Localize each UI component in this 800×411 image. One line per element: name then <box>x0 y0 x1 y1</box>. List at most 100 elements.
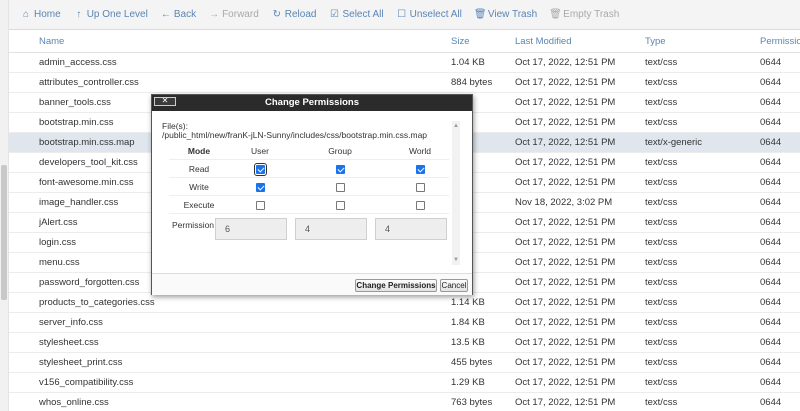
file-permissions: 0644 <box>760 337 782 348</box>
unselect-all-button[interactable]: ☐ Unselect All <box>396 9 462 20</box>
table-row[interactable]: server_info.css 1.84 KB Oct 17, 2022, 12:5… <box>9 313 800 333</box>
file-name: attributes_controller.css <box>39 77 139 88</box>
table-row[interactable]: attributes_controller.css 884 bytes Oct 17… <box>9 73 800 93</box>
scroll-up-icon[interactable]: ▲ <box>453 123 459 129</box>
file-permissions: 0644 <box>760 277 782 288</box>
file-permissions: 0644 <box>760 257 782 268</box>
user-permission-field[interactable]: 6 <box>215 218 287 240</box>
file-type: text/css <box>645 337 678 348</box>
trash-icon: 🗑 <box>549 9 562 20</box>
file-modified: Oct 17, 2022, 12:51 PM <box>515 137 616 148</box>
column-header-name[interactable]: Name <box>39 31 419 53</box>
dialog-scrollbar[interactable]: ▲ ▼ <box>452 121 460 265</box>
home-icon: ⌂ <box>22 9 30 20</box>
toolbar: ⌂ Home ↑ Up One Level ← Back → Forward ↻ Relo… <box>9 0 800 30</box>
file-modified: Nov 18, 2022, 3:02 PM <box>515 197 613 208</box>
file-modified: Oct 17, 2022, 12:51 PM <box>515 317 616 328</box>
left-scrollbar[interactable] <box>0 0 9 411</box>
file-modified: Oct 17, 2022, 12:51 PM <box>515 357 616 368</box>
file-permissions: 0644 <box>760 377 782 388</box>
up-one-level-button[interactable]: ↑ Up One Level <box>73 9 148 20</box>
checkbox-checked-icon: ☑ <box>329 9 339 20</box>
permission-table: Mode User Group World Read Write Execute <box>169 142 449 214</box>
user-cell <box>240 160 280 178</box>
column-header-permissions[interactable]: Permissions <box>760 31 800 53</box>
arrow-right-icon: → <box>209 9 220 20</box>
execute-group-checkbox[interactable] <box>335 201 345 211</box>
file-size: 1.14 KB <box>451 297 485 308</box>
forward-button[interactable]: → Forward <box>208 9 259 20</box>
permission-table-header: Mode User Group World <box>169 142 449 160</box>
write-world-checkbox[interactable] <box>415 183 425 193</box>
file-size: 1.84 KB <box>451 317 485 328</box>
file-modified: Oct 17, 2022, 12:51 PM <box>515 297 616 308</box>
table-row[interactable]: stylesheet.css 13.5 KB Oct 17, 2022, 12:51… <box>9 333 800 353</box>
file-type: text/css <box>645 117 678 128</box>
empty-trash-button[interactable]: 🗑 Empty Trash <box>549 9 619 20</box>
left-scrollbar-thumb[interactable] <box>1 165 7 300</box>
arrow-left-icon: ← <box>160 9 171 20</box>
dialog-title-bar: ✕ Change Permissions <box>152 95 472 111</box>
reload-icon: ↻ <box>272 9 281 20</box>
execute-user-checkbox[interactable] <box>255 201 265 211</box>
scroll-down-icon[interactable]: ▼ <box>453 257 459 263</box>
file-size: 763 bytes <box>451 397 493 408</box>
column-header-size[interactable]: Size <box>451 31 511 53</box>
file-modified: Oct 17, 2022, 12:51 PM <box>515 257 616 268</box>
arrow-up-icon: ↑ <box>76 9 82 20</box>
world-cell <box>400 160 440 178</box>
world-permission-field[interactable]: 4 <box>375 218 447 240</box>
file-type: text/css <box>645 257 678 268</box>
file-modified: Oct 17, 2022, 12:51 PM <box>515 77 616 88</box>
file-permissions: 0644 <box>760 217 782 228</box>
change-permissions-dialog: ✕ Change Permissions File(s): /public_ht… <box>151 94 473 295</box>
file-modified: Oct 17, 2022, 12:51 PM <box>515 117 616 128</box>
read-group-checkbox[interactable] <box>335 165 345 175</box>
permission-row: Execute <box>169 196 449 214</box>
world-cell <box>400 196 440 214</box>
home-button[interactable]: ⌂ Home <box>20 9 61 20</box>
view-trash-button[interactable]: 🗑 View Trash <box>474 9 537 20</box>
file-permissions: 0644 <box>760 97 782 108</box>
execute-world-checkbox[interactable] <box>415 201 425 211</box>
cancel-button[interactable]: Cancel <box>440 279 468 292</box>
file-modified: Oct 17, 2022, 12:51 PM <box>515 217 616 228</box>
read-world-checkbox[interactable] <box>415 165 425 175</box>
world-header: World <box>408 146 432 156</box>
table-row[interactable]: whos_online.css 763 bytes Oct 17, 2022, 12… <box>9 393 800 411</box>
file-permissions: 0644 <box>760 317 782 328</box>
file-modified: Oct 17, 2022, 12:51 PM <box>515 157 616 168</box>
read-user-checkbox[interactable] <box>253 163 267 177</box>
dialog-footer: Change Permissions Cancel <box>152 273 472 295</box>
file-permissions: 0644 <box>760 157 782 168</box>
column-header-type[interactable]: Type <box>645 31 755 53</box>
file-type: text/css <box>645 197 678 208</box>
close-button[interactable]: ✕ <box>154 97 176 106</box>
file-name: admin_access.css <box>39 57 117 68</box>
table-row[interactable]: admin_access.css 1.04 KB Oct 17, 2022, 12:… <box>9 53 800 73</box>
back-button[interactable]: ← Back <box>160 9 196 20</box>
file-name: server_info.css <box>39 317 103 328</box>
reload-button[interactable]: ↻ Reload <box>271 9 317 20</box>
world-cell <box>400 178 440 196</box>
table-row[interactable]: v156_compatibility.css 1.29 KB Oct 17, 202… <box>9 373 800 393</box>
select-all-button[interactable]: ☑ Select All <box>328 9 384 20</box>
table-row[interactable]: products_to_categories.css 1.14 KB Oct 17,… <box>9 293 800 313</box>
user-header: User <box>251 146 269 156</box>
file-type: text/css <box>645 157 678 168</box>
permission-values-row: Permission 6 4 4 <box>162 218 452 242</box>
column-header-last-modified[interactable]: Last Modified <box>515 31 640 53</box>
table-row[interactable]: stylesheet_print.css 455 bytes Oct 17, 202… <box>9 353 800 373</box>
file-modified: Oct 17, 2022, 12:51 PM <box>515 97 616 108</box>
file-size: 13.5 KB <box>451 337 485 348</box>
file-type: text/css <box>645 97 678 108</box>
group-permission-field[interactable]: 4 <box>295 218 367 240</box>
file-size: 1.04 KB <box>451 57 485 68</box>
file-table-header: Name Size Last Modified Type Permissions <box>9 31 800 53</box>
write-group-checkbox[interactable] <box>335 183 345 193</box>
file-type: text/css <box>645 357 678 368</box>
trash-icon: 🗑 <box>473 9 487 20</box>
change-permissions-button[interactable]: Change Permissions <box>355 279 437 292</box>
file-modified: Oct 17, 2022, 12:51 PM <box>515 237 616 248</box>
write-user-checkbox[interactable] <box>255 183 265 193</box>
